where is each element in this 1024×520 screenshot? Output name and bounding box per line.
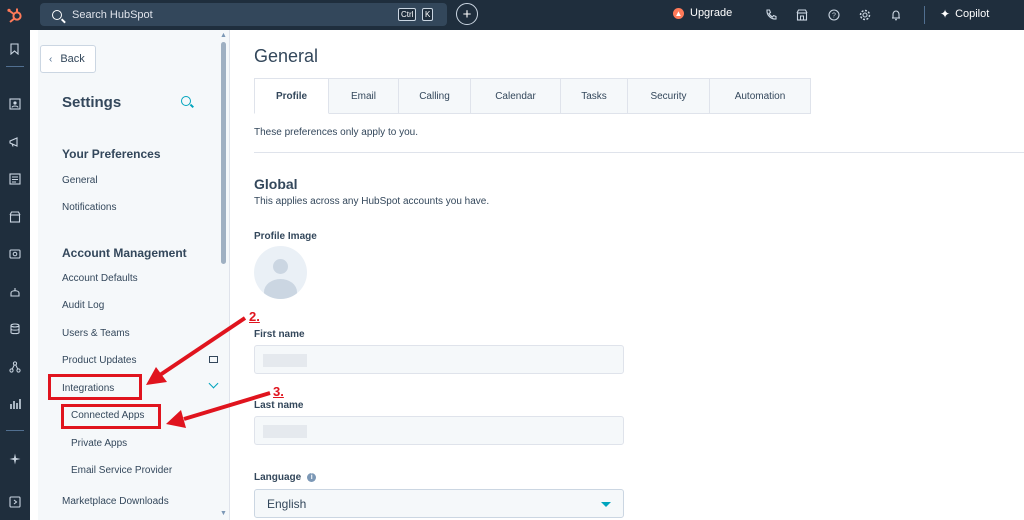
section-heading-your-preferences: Your Preferences: [62, 147, 161, 161]
global-heading: Global: [254, 176, 298, 192]
create-new-button[interactable]: +: [456, 3, 478, 25]
shortcut-ctrl-key: Ctrl: [398, 8, 417, 21]
annotation-box-integrations: [48, 374, 142, 400]
phone-icon[interactable]: [763, 7, 779, 23]
scroll-up-icon[interactable]: ▲: [220, 32, 227, 39]
upgrade-button[interactable]: ▲ Upgrade: [673, 7, 732, 19]
top-navigation-bar: Search HubSpot Ctrl K + ▲ Upgrade ? ✦ Co…: [0, 0, 1024, 30]
annotation-step-2: 2.: [249, 309, 260, 324]
copilot-sparkle-icon: ✦: [940, 7, 951, 21]
sidebar-item-email-service-provider[interactable]: Email Service Provider: [71, 465, 172, 476]
redacted-value: [263, 425, 307, 438]
last-name-label: Last name: [254, 400, 304, 411]
commerce-icon[interactable]: [7, 209, 22, 224]
settings-tabs: Profile Email Calling Calendar Tasks Sec…: [254, 78, 811, 114]
tab-calendar[interactable]: Calendar: [471, 78, 561, 114]
tab-security[interactable]: Security: [628, 78, 710, 114]
language-label: Language i: [254, 472, 317, 483]
expand-rail-icon[interactable]: [7, 494, 22, 509]
sidebar-item-marketplace-downloads[interactable]: Marketplace Downloads: [62, 496, 169, 507]
first-name-input[interactable]: [254, 345, 624, 374]
contacts-icon[interactable]: [7, 96, 22, 111]
tab-tasks[interactable]: Tasks: [561, 78, 628, 114]
settings-icon[interactable]: [857, 7, 873, 23]
hubspot-logo-icon[interactable]: [0, 0, 30, 30]
rail-divider: [6, 66, 24, 67]
sidebar-scrollbar[interactable]: ▲ ▼: [218, 30, 230, 520]
main-content: General Profile Email Calling Calendar T…: [230, 30, 1024, 520]
scroll-down-icon[interactable]: ▼: [220, 510, 227, 517]
search-placeholder: Search HubSpot: [72, 8, 153, 21]
sidebar-item-notifications[interactable]: Notifications: [62, 202, 116, 213]
bookmark-icon[interactable]: [7, 41, 22, 56]
first-name-label: First name: [254, 329, 305, 340]
dropdown-caret-icon: [601, 502, 611, 507]
settings-sidebar: ‹ Back Settings Your Preferences General…: [38, 30, 230, 520]
profile-image-label: Profile Image: [254, 231, 317, 242]
profile-avatar[interactable]: [254, 246, 307, 299]
section-heading-account-management: Account Management: [62, 246, 187, 260]
chevron-left-icon: ‹: [49, 53, 53, 65]
global-left-rail: [0, 30, 30, 520]
tab-automation[interactable]: Automation: [710, 78, 811, 114]
copilot-label: Copilot: [955, 8, 990, 20]
search-icon: [52, 9, 62, 20]
marketing-icon[interactable]: [7, 134, 22, 149]
settings-search-icon[interactable]: [181, 96, 191, 106]
global-description: This applies across any HubSpot accounts…: [254, 196, 490, 207]
section-divider: [254, 152, 1024, 153]
notifications-icon[interactable]: [888, 7, 904, 23]
redacted-value: [263, 354, 307, 367]
global-search-input[interactable]: Search HubSpot Ctrl K: [40, 3, 447, 26]
language-select[interactable]: English: [254, 489, 624, 518]
sidebar-item-private-apps[interactable]: Private Apps: [71, 438, 127, 449]
workflows-icon[interactable]: [7, 359, 22, 374]
tab-email[interactable]: Email: [329, 78, 399, 114]
info-icon[interactable]: i: [307, 472, 317, 482]
chevron-down-icon[interactable]: [208, 378, 219, 389]
sidebar-item-users-teams[interactable]: Users & Teams: [62, 328, 130, 339]
sidebar-item-product-updates[interactable]: Product Updates: [62, 355, 137, 366]
marketplace-icon[interactable]: [794, 7, 810, 23]
automation-icon[interactable]: [7, 284, 22, 299]
annotation-step-3: 3.: [273, 384, 284, 399]
last-name-input[interactable]: [254, 416, 624, 445]
svg-text:?: ?: [832, 13, 836, 20]
sidebar-item-general[interactable]: General: [62, 175, 98, 186]
language-label-text: Language: [254, 472, 302, 483]
help-icon[interactable]: ?: [826, 7, 842, 23]
product-updates-badge-icon: [209, 356, 218, 363]
language-value: English: [267, 496, 307, 511]
rail-divider: [6, 430, 24, 431]
scrollbar-thumb[interactable]: [221, 42, 226, 264]
back-button[interactable]: ‹ Back: [40, 45, 96, 73]
service-icon[interactable]: [7, 246, 22, 261]
data-icon[interactable]: [7, 321, 22, 336]
tab-profile[interactable]: Profile: [254, 78, 329, 114]
sidebar-item-audit-log[interactable]: Audit Log: [62, 300, 104, 311]
tab-calling[interactable]: Calling: [399, 78, 471, 114]
annotation-box-connected-apps: [61, 404, 161, 429]
shortcut-k-key: K: [422, 8, 434, 21]
upgrade-label: Upgrade: [690, 7, 733, 19]
avatar-body-icon: [264, 279, 297, 299]
content-icon[interactable]: [7, 171, 22, 186]
topbar-divider: [924, 6, 925, 24]
sidebar-item-account-defaults[interactable]: Account Defaults: [62, 273, 138, 284]
preferences-note: These preferences only apply to you.: [254, 127, 418, 138]
page-title: General: [254, 46, 319, 66]
back-label: Back: [60, 53, 85, 65]
copilot-button[interactable]: ✦ Copilot: [940, 7, 989, 21]
breeze-icon[interactable]: [7, 451, 22, 466]
settings-title: Settings: [62, 94, 122, 111]
avatar-head-icon: [273, 259, 288, 274]
reporting-icon[interactable]: [7, 396, 22, 411]
upgrade-arrow-icon: ▲: [673, 7, 684, 19]
